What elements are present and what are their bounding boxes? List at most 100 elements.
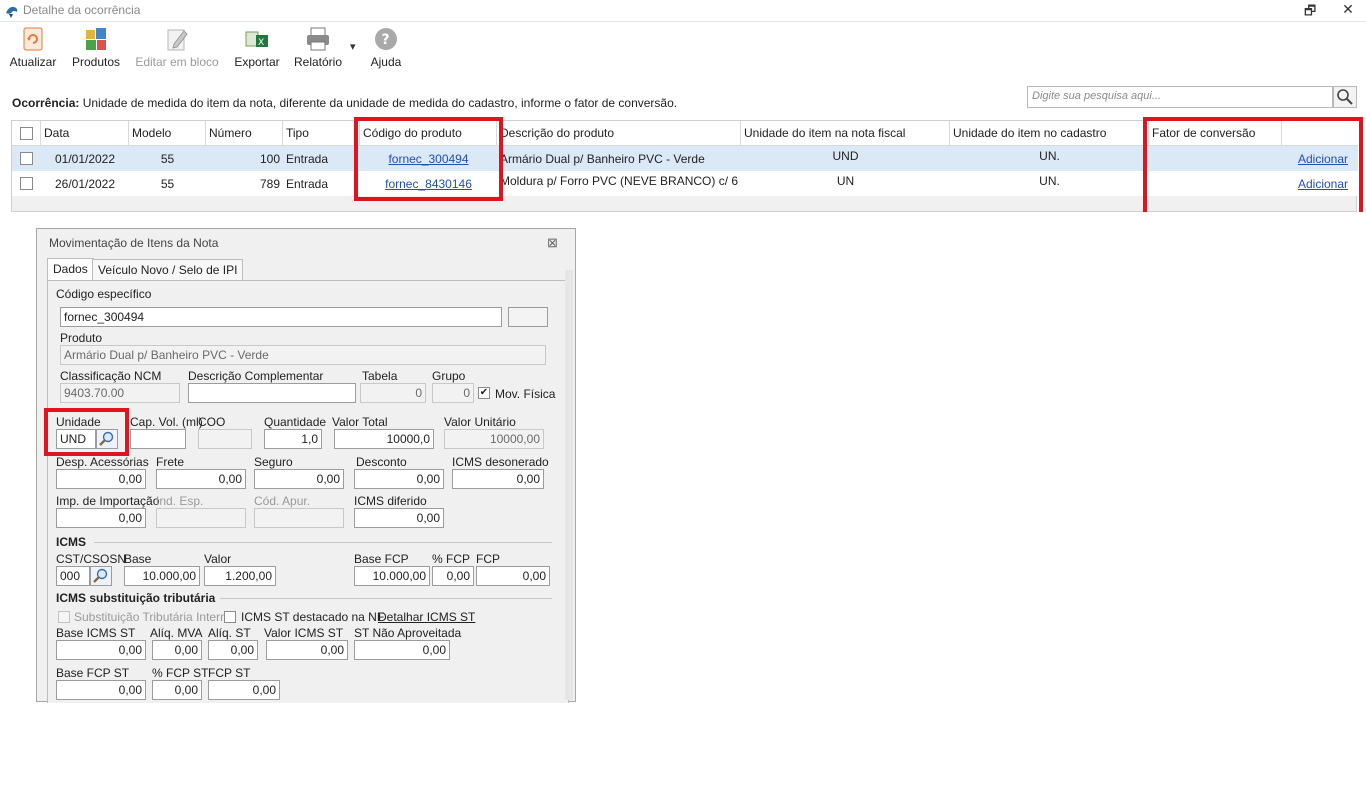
- cell-tipo: Entrada: [286, 177, 329, 191]
- icms-diferido-field[interactable]: 0,00: [354, 508, 444, 528]
- window-title: Detalhe da ocorrência: [23, 3, 141, 17]
- imp-importacao-field[interactable]: 0,00: [56, 508, 146, 528]
- cell-descricao-produto: Armário Dual p/ Banheiro PVC - Verde: [500, 152, 705, 166]
- fcp-st-field[interactable]: 0,00: [208, 680, 280, 700]
- select-all-checkbox[interactable]: [20, 127, 33, 140]
- descricao-complementar-field[interactable]: [188, 383, 356, 403]
- help-icon: ?: [375, 28, 397, 50]
- desp-acessorias-field[interactable]: 0,00: [56, 469, 146, 489]
- aliq-st-field[interactable]: 0,00: [208, 640, 258, 660]
- search-input[interactable]: Digite sua pesquisa aqui...: [1027, 86, 1333, 108]
- cell-unidade-cadastro: UN.: [1039, 174, 1060, 188]
- base-fcp-label: Base FCP: [354, 552, 409, 566]
- cell-data: 26/01/2022: [54, 177, 116, 191]
- icms-st-destacado-checkbox[interactable]: [224, 611, 236, 623]
- cst-csosn-field[interactable]: 000: [56, 566, 90, 586]
- highlight-fator-conversao: [1143, 117, 1363, 220]
- tab-veiculo-novo[interactable]: Veículo Novo / Selo de IPI: [92, 259, 244, 281]
- cap-vol-label: Cap. Vol. (ml): [130, 415, 203, 429]
- valor-total-field[interactable]: 10000,0: [334, 429, 434, 449]
- exportar-button[interactable]: X Exportar: [234, 26, 280, 72]
- base-field[interactable]: 10.000,00: [124, 566, 200, 586]
- icms-divider: [94, 542, 552, 543]
- close-window-icon[interactable]: ✕: [1340, 1, 1356, 19]
- frete-field[interactable]: 0,00: [156, 469, 246, 489]
- produtos-button[interactable]: Produtos: [70, 26, 122, 72]
- frete-label: Frete: [156, 455, 185, 469]
- dialog-scrollbar[interactable]: [565, 270, 573, 700]
- header-unidade-nota[interactable]: Unidade do item na nota fiscal: [741, 121, 950, 146]
- desp-acessorias-label: Desp. Acessórias: [56, 455, 149, 469]
- printer-icon: [307, 27, 329, 51]
- aliq-st-label: Alíq. ST: [208, 626, 251, 640]
- aliq-mva-field[interactable]: 0,00: [152, 640, 202, 660]
- base-icms-st-field[interactable]: 0,00: [56, 640, 146, 660]
- cell-unidade-cadastro: UN.: [1039, 149, 1060, 163]
- codigo-especifico-label: Código específico: [56, 287, 152, 301]
- tab-dados[interactable]: Dados: [47, 258, 94, 281]
- detalhar-icms-st-link[interactable]: Detalhar ICMS ST: [378, 610, 475, 624]
- quantidade-field[interactable]: 1,0: [264, 429, 322, 449]
- cap-vol-field[interactable]: [130, 429, 186, 449]
- cell-unidade-nota: UN: [836, 174, 855, 188]
- descricao-complementar-label: Descrição Complementar: [188, 369, 324, 383]
- ind-esp-field: [156, 508, 246, 528]
- movimentacao-dialog: Movimentação de Itens da Nota ⊠ Dados Ve…: [36, 228, 576, 703]
- classificacao-ncm-field: 9403.70.00: [60, 383, 180, 403]
- header-tipo[interactable]: Tipo: [283, 121, 360, 146]
- editar-em-bloco-button[interactable]: Editar em bloco: [134, 26, 220, 72]
- ajuda-label: Ajuda: [370, 55, 402, 69]
- desconto-label: Desconto: [356, 455, 407, 469]
- codigo-especifico-lookup-button[interactable]: [508, 307, 548, 327]
- relatorio-dropdown-icon[interactable]: ▾: [350, 40, 356, 53]
- imp-importacao-label: Imp. de Importação: [56, 494, 160, 508]
- pct-fcp-st-field[interactable]: 0,00: [152, 680, 202, 700]
- header-modelo[interactable]: Modelo: [129, 121, 206, 146]
- base-fcp-st-field[interactable]: 0,00: [56, 680, 146, 700]
- header-data[interactable]: Data: [41, 121, 129, 146]
- search-button[interactable]: [1333, 86, 1357, 108]
- seguro-label: Seguro: [254, 455, 293, 469]
- icms-diferido-label: ICMS diferido: [354, 494, 427, 508]
- dados-panel: Código específico fornec_300494 Produto …: [47, 280, 569, 703]
- relatorio-button[interactable]: Relatório: [293, 26, 343, 72]
- mov-fisica-checkbox[interactable]: ✔: [478, 387, 490, 399]
- icms-st-section-title: ICMS substituição tributária: [56, 591, 216, 605]
- cell-modelo: 55: [160, 152, 175, 166]
- toolbar: Atualizar Produtos Editar em bloco X Exp…: [0, 22, 1366, 74]
- restore-window-icon[interactable]: 🗗: [1304, 2, 1320, 18]
- cell-numero: 100: [259, 152, 280, 166]
- cod-apur-field: [254, 508, 344, 528]
- grupo-label: Grupo: [432, 369, 466, 383]
- valor-icms-st-field[interactable]: 0,00: [266, 640, 348, 660]
- pct-fcp-field[interactable]: 0,00: [432, 566, 474, 586]
- header-numero[interactable]: Número: [206, 121, 283, 146]
- icms-desonerado-label: ICMS desonerado: [452, 455, 549, 469]
- header-descricao-produto[interactable]: Descrição do produto: [497, 121, 741, 146]
- header-select-all: [12, 121, 41, 146]
- row-checkbox[interactable]: [20, 152, 33, 165]
- icms-desonerado-field[interactable]: 0,00: [452, 469, 544, 489]
- seguro-field[interactable]: 0,00: [254, 469, 344, 489]
- desconto-field[interactable]: 0,00: [354, 469, 444, 489]
- header-unidade-cadastro[interactable]: Unidade do item no cadastro: [950, 121, 1149, 146]
- dialog-close-icon[interactable]: ⊠: [547, 235, 558, 251]
- st-interna-label: Substituição Tributária Interna: [74, 610, 234, 624]
- app-logo-icon: [6, 6, 18, 18]
- aliq-mva-label: Alíq. MVA: [150, 626, 203, 640]
- ajuda-button[interactable]: ? Ajuda: [366, 26, 406, 72]
- atualizar-button[interactable]: Atualizar: [8, 26, 58, 72]
- row-checkbox[interactable]: [20, 177, 33, 190]
- highlight-codigo-produto: [354, 117, 503, 201]
- cell-unidade-nota: UND: [832, 149, 859, 163]
- cst-csosn-lookup-button[interactable]: [90, 566, 112, 586]
- base-fcp-field[interactable]: 10.000,00: [354, 566, 430, 586]
- codigo-especifico-field[interactable]: fornec_300494: [60, 307, 502, 327]
- valor-field[interactable]: 1.200,00: [204, 566, 276, 586]
- coo-label: COO: [198, 415, 226, 429]
- valor-unitario-label: Valor Unitário: [444, 415, 516, 429]
- fcp-field[interactable]: 0,00: [476, 566, 550, 586]
- fcp-st-label: FCP ST: [208, 666, 251, 680]
- icms-st-destacado-label: ICMS ST destacado na NF: [241, 610, 385, 624]
- st-nao-aproveitada-field[interactable]: 0,00: [354, 640, 450, 660]
